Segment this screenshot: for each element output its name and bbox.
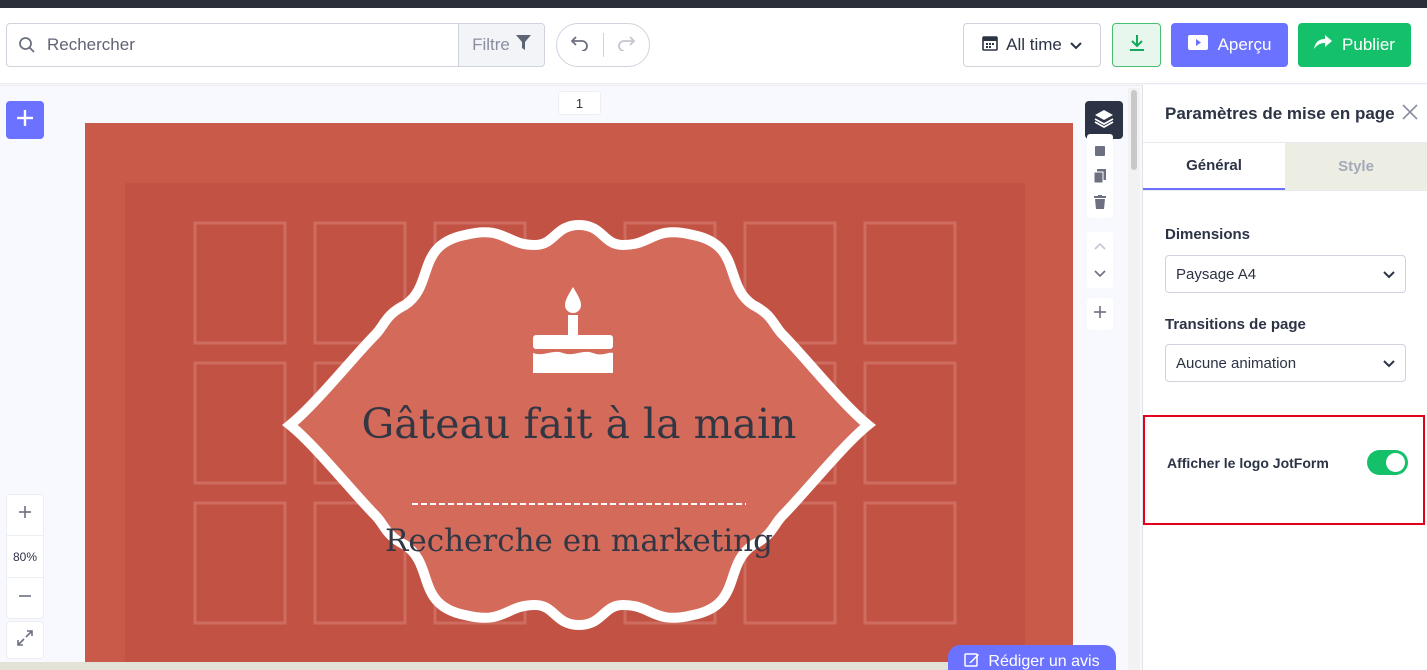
layers-icon — [1094, 108, 1114, 133]
tab-style[interactable]: Style — [1285, 143, 1427, 190]
preview-label: Aperçu — [1217, 35, 1272, 54]
slide-background — [85, 123, 1073, 670]
close-button[interactable] — [1399, 103, 1421, 125]
slide-action-strip — [1087, 134, 1113, 218]
add-page-button[interactable] — [1087, 298, 1113, 330]
publish-button[interactable]: Publier — [1298, 23, 1411, 67]
plus-icon — [16, 109, 34, 132]
cake-icon — [533, 287, 613, 373]
filter-label: Filtre — [472, 35, 510, 54]
undo-redo-group — [556, 23, 650, 67]
add-element-button[interactable] — [6, 101, 44, 139]
zoom-control: 80% — [6, 494, 44, 619]
funnel-icon — [515, 34, 531, 56]
publish-label: Publier — [1342, 35, 1395, 54]
panel-header: Paramètres de mise en page — [1143, 85, 1427, 142]
transitions-value: Aucune animation — [1176, 354, 1297, 372]
chevron-down-icon — [1383, 355, 1395, 372]
edit-icon — [964, 652, 980, 670]
layout-settings-panel: Paramètres de mise en page Général Style… — [1142, 85, 1427, 670]
redo-button[interactable] — [604, 24, 650, 66]
toolbar: Filtre All time — [0, 8, 1427, 84]
undo-icon — [570, 35, 589, 56]
write-review-label: Rédiger un avis — [988, 653, 1100, 670]
download-button[interactable] — [1112, 23, 1161, 67]
time-range-label: All time — [1006, 35, 1062, 54]
transitions-label: Transitions de page — [1165, 316, 1306, 333]
filter-button[interactable]: Filtre — [458, 24, 544, 66]
share-arrow-icon — [1314, 35, 1333, 55]
slide[interactable]: Gâteau fait à la main Recherche en marke… — [85, 123, 1073, 670]
chevron-down-icon — [1383, 266, 1395, 283]
plus-icon — [1093, 305, 1107, 324]
logo-setting-highlight: Afficher le logo JotForm — [1143, 415, 1425, 525]
panel-tabs: Général Style — [1143, 142, 1427, 191]
chevron-up-icon[interactable] — [1094, 237, 1106, 255]
chevron-down-icon — [1070, 35, 1082, 55]
slide-subtitle[interactable]: Recherche en marketing — [85, 523, 1073, 559]
top-strip — [0, 0, 1427, 8]
zoom-in-button[interactable] — [7, 495, 43, 535]
play-icon — [1187, 35, 1208, 55]
close-icon — [1402, 103, 1418, 125]
zoom-level: 80% — [7, 534, 43, 579]
canvas-scrollbar[interactable] — [1128, 88, 1140, 670]
chevron-down-icon[interactable] — [1094, 265, 1106, 283]
page-number: 1 — [558, 91, 601, 115]
trash-icon[interactable] — [1094, 195, 1106, 214]
search-icon — [7, 36, 47, 54]
preview-button[interactable]: Aperçu — [1171, 23, 1288, 67]
download-icon — [1128, 34, 1146, 57]
scrollbar-thumb[interactable] — [1131, 90, 1137, 170]
tab-general[interactable]: Général — [1143, 143, 1285, 190]
logo-toggle[interactable] — [1367, 450, 1408, 475]
redo-icon — [617, 35, 636, 56]
duplicate-icon[interactable] — [1093, 168, 1106, 188]
fit-to-screen-button[interactable] — [6, 621, 44, 659]
bottom-strip — [0, 662, 948, 670]
panel-title: Paramètres de mise en page — [1165, 103, 1395, 123]
plus-icon — [18, 505, 32, 524]
expand-icon — [16, 629, 34, 652]
minus-icon — [18, 589, 32, 608]
write-review-button[interactable]: Rédiger un avis — [948, 645, 1116, 670]
slide-nav-strip — [1087, 232, 1113, 288]
logo-toggle-label: Afficher le logo JotForm — [1167, 455, 1329, 471]
notes-icon[interactable] — [1094, 144, 1106, 162]
search-input[interactable] — [47, 25, 458, 65]
slide-title[interactable]: Gâteau fait à la main — [85, 400, 1073, 448]
time-range-dropdown[interactable]: All time — [963, 23, 1101, 67]
dimensions-value: Paysage A4 — [1176, 265, 1257, 283]
undo-button[interactable] — [557, 24, 603, 66]
transitions-select[interactable]: Aucune animation — [1165, 344, 1406, 382]
dimensions-label: Dimensions — [1165, 226, 1251, 243]
toggle-knob — [1386, 453, 1405, 472]
dimensions-select[interactable]: Paysage A4 — [1165, 255, 1406, 293]
search-box: Filtre — [6, 23, 545, 67]
zoom-out-button[interactable] — [7, 578, 43, 618]
calendar-icon — [982, 35, 998, 56]
